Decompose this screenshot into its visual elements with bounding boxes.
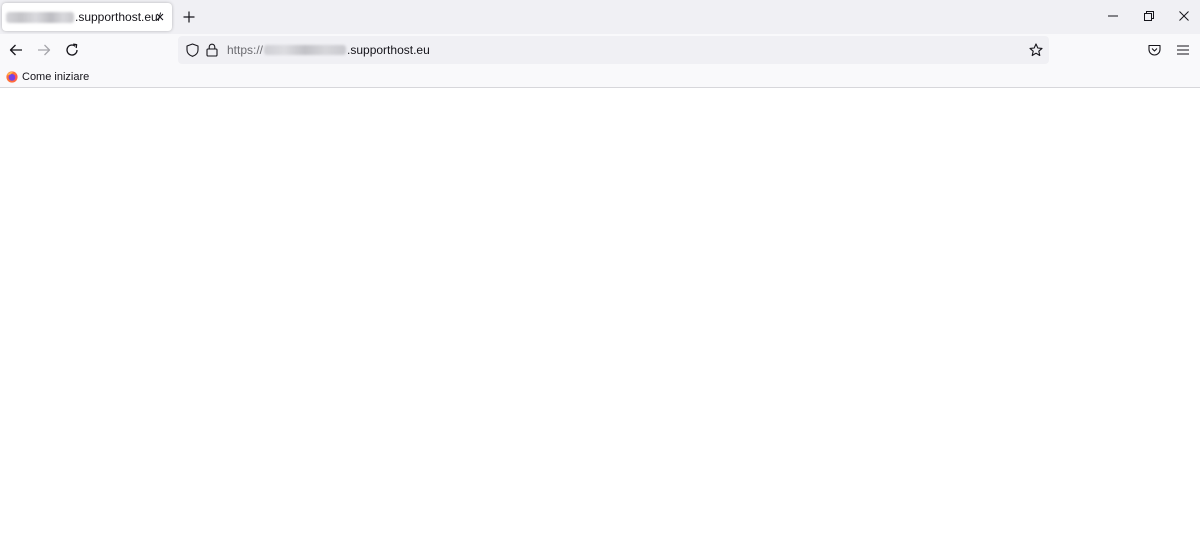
plus-icon xyxy=(183,11,195,23)
navigation-toolbar: https:// .supporthost.eu xyxy=(0,34,1200,66)
tab-strip: .supporthost.eu/ xyxy=(0,0,1200,34)
url-host-redacted xyxy=(264,45,347,55)
pocket-button[interactable] xyxy=(1140,36,1168,64)
arrow-right-icon xyxy=(38,44,51,56)
reload-icon xyxy=(66,43,78,56)
back-button[interactable] xyxy=(2,36,30,64)
url-bar[interactable]: https:// .supporthost.eu xyxy=(178,36,1049,64)
bookmarks-toolbar: Come iniziare xyxy=(0,66,1200,88)
close-icon xyxy=(1179,11,1189,21)
reload-button[interactable] xyxy=(58,36,86,64)
tab-title: .supporthost.eu/ xyxy=(75,10,162,24)
new-tab-button[interactable] xyxy=(178,6,200,28)
restore-icon xyxy=(1144,11,1154,21)
pocket-icon xyxy=(1147,44,1161,56)
bookmark-item[interactable]: Come iniziare xyxy=(6,69,89,85)
forward-button[interactable] xyxy=(30,36,58,64)
firefox-icon xyxy=(6,71,18,83)
close-icon xyxy=(156,13,164,21)
hamburger-menu-icon xyxy=(1177,45,1189,55)
tab-close-button[interactable] xyxy=(152,9,168,25)
bookmark-label: Come iniziare xyxy=(22,71,90,83)
window-close-button[interactable] xyxy=(1166,0,1200,32)
restore-button[interactable] xyxy=(1131,0,1167,32)
lock-icon xyxy=(206,43,218,57)
url-text[interactable]: https:// .supporthost.eu xyxy=(227,43,430,57)
bookmark-page-button[interactable] xyxy=(1026,40,1046,60)
star-icon xyxy=(1029,43,1043,57)
page-content xyxy=(0,88,1200,552)
minimize-button[interactable] xyxy=(1095,0,1131,32)
shield-icon xyxy=(185,43,199,57)
tab-active[interactable]: .supporthost.eu/ xyxy=(2,3,172,31)
url-host: .supporthost.eu xyxy=(347,43,430,57)
app-menu-button[interactable] xyxy=(1169,36,1197,64)
tracking-protection-button[interactable] xyxy=(184,42,200,58)
url-scheme: https:// xyxy=(227,43,264,57)
site-security-button[interactable] xyxy=(204,42,220,58)
minimize-icon xyxy=(1108,15,1118,17)
arrow-left-icon xyxy=(9,44,22,56)
tab-title-redacted xyxy=(6,12,74,23)
browser-window: .supporthost.eu/ https:// .supporthost.e… xyxy=(0,0,1200,552)
